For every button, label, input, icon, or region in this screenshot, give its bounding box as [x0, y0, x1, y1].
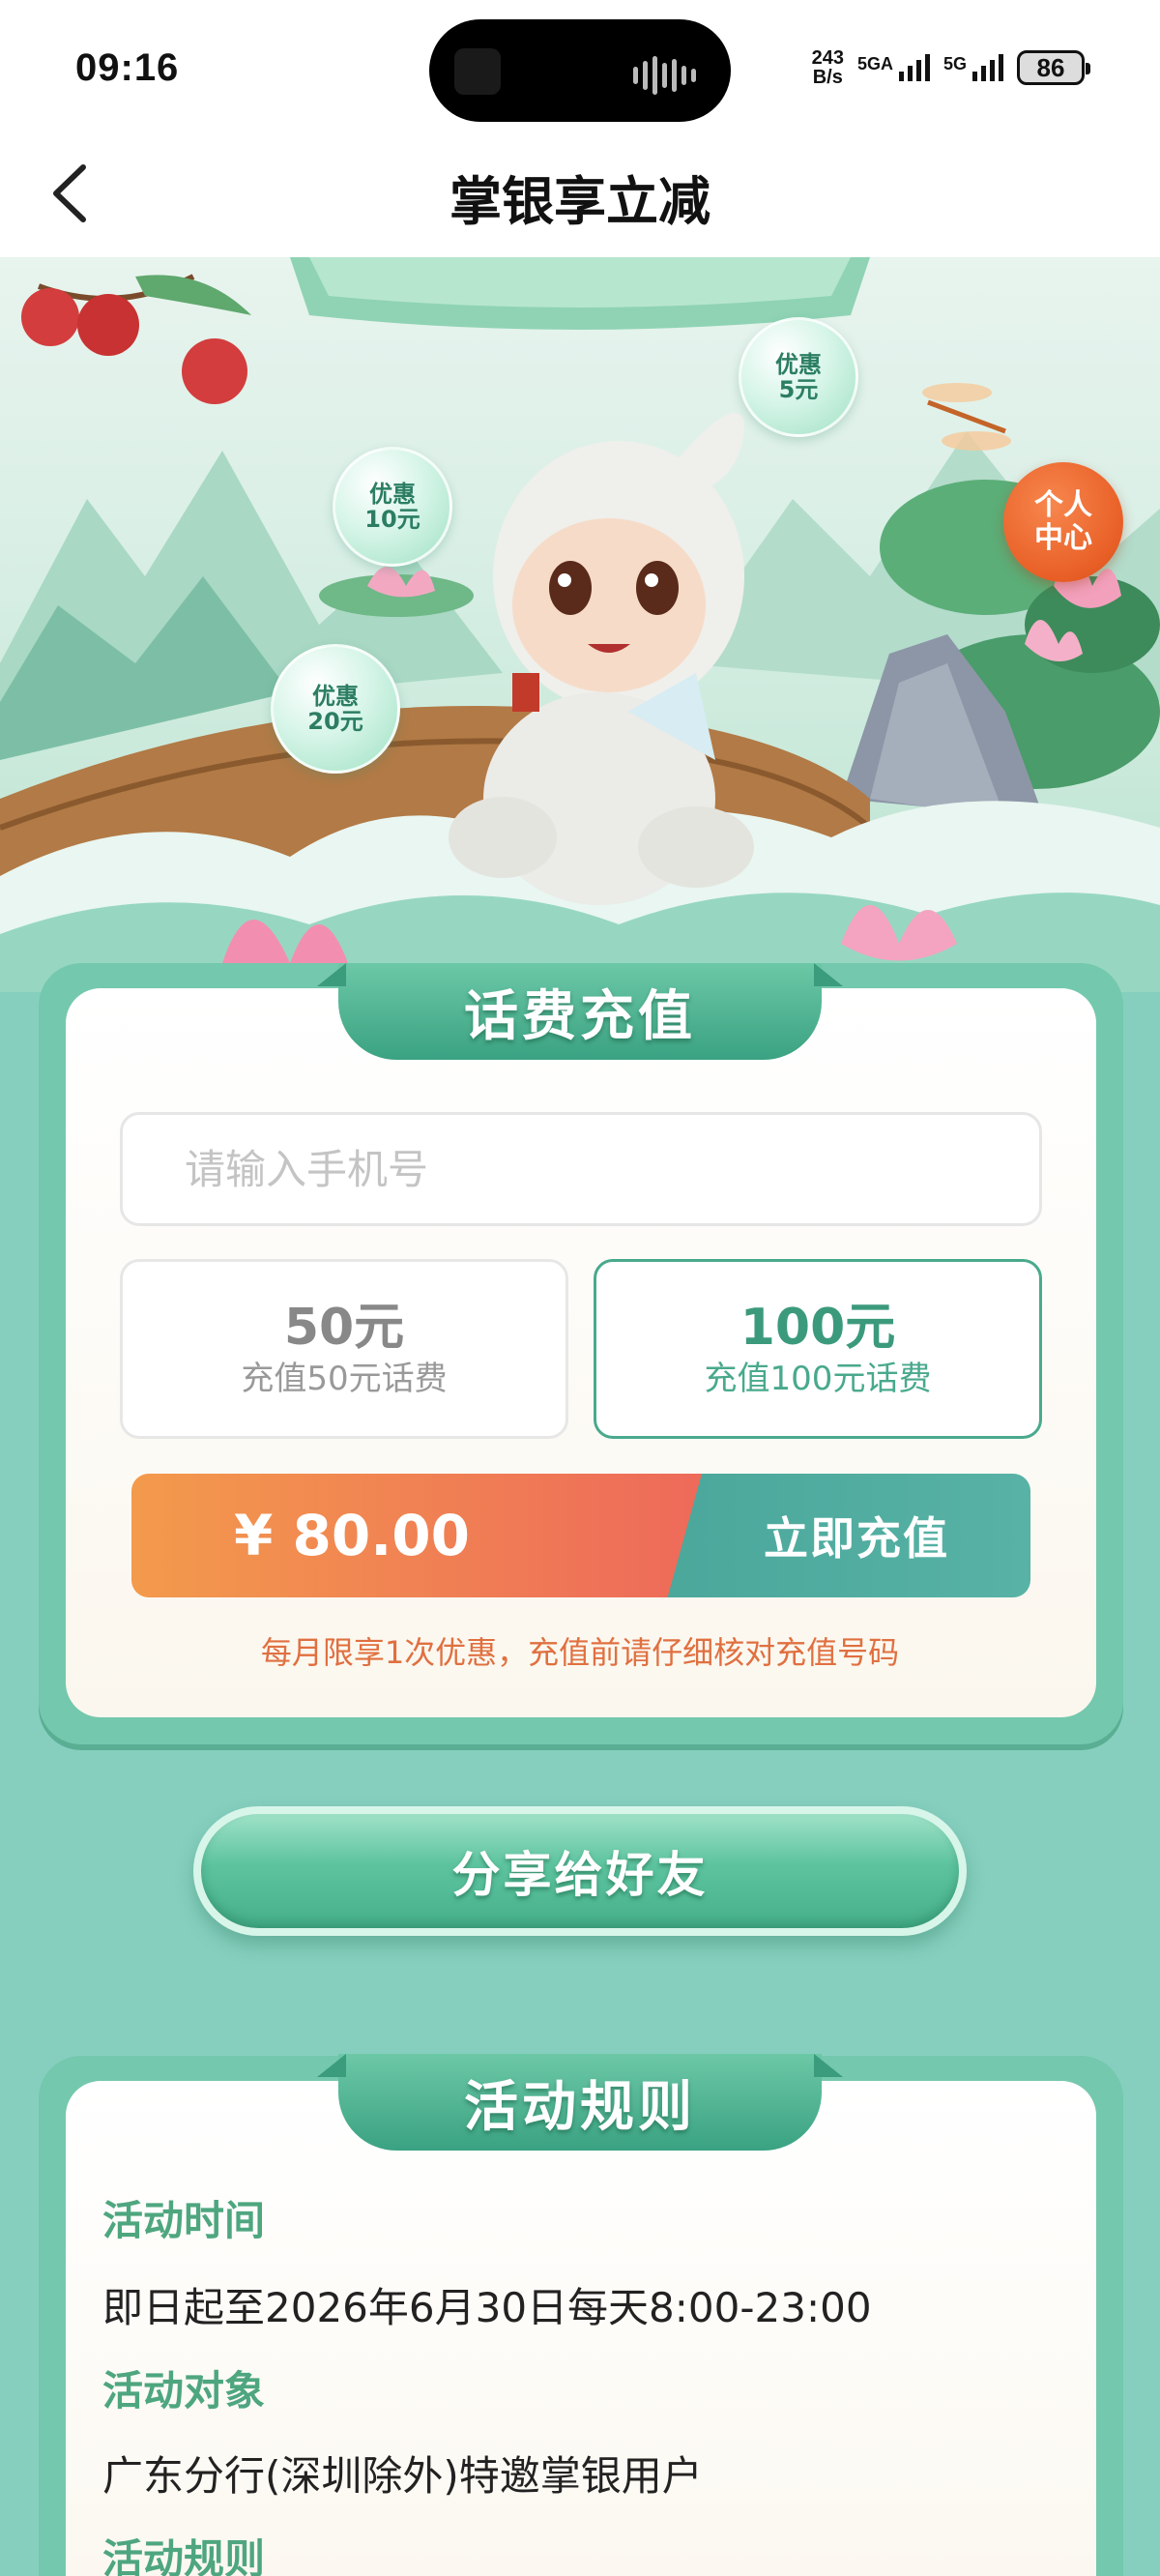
share-button[interactable]: 分享给好友: [193, 1806, 967, 1936]
rule-heading: 活动时间: [102, 2197, 266, 2244]
price-display: ¥ 80.00: [131, 1474, 702, 1597]
coupon-bubble-10[interactable]: 优惠 10元: [333, 447, 452, 567]
rule-heading: 活动对象: [102, 2367, 266, 2415]
audio-wave-icon: [633, 56, 696, 95]
rules-section-title: 活动规则: [338, 2054, 822, 2151]
option-amount: 50元: [283, 1298, 405, 1357]
option-50[interactable]: 50元 充值50元话费: [120, 1259, 568, 1439]
nav-bar: 掌银享立减: [0, 135, 1160, 257]
rule-heading: 活动规则: [102, 2535, 266, 2576]
status-bar: 09:16 243 B/s 5GA 5G 86: [0, 0, 1160, 135]
recharge-now-button[interactable]: 立即充值: [653, 1474, 1030, 1597]
personal-center-button[interactable]: 个人 中心: [1003, 462, 1123, 582]
option-100[interactable]: 100元 充值100元话费: [594, 1259, 1042, 1439]
rule-text: 即日起至2026年6月30日每天8:00-23:00: [102, 2284, 872, 2331]
dynamic-island: [429, 19, 731, 122]
pay-bar: 立即充值 ¥ 80.00: [131, 1474, 1030, 1597]
battery-icon: 86: [1017, 50, 1090, 85]
recharge-notice: 每月限享1次优惠，充值前请仔细核对充值号码: [260, 1634, 900, 1671]
option-desc: 充值100元话费: [704, 1360, 932, 1399]
rule-text: 广东分行(深圳除外)特邀掌银用户: [102, 2452, 703, 2500]
page-title: 掌银享立减: [450, 171, 710, 232]
mascot-character: [449, 413, 754, 905]
hero-illustration: [0, 257, 1160, 992]
camera-icon: [454, 48, 501, 95]
status-indicators: 243 B/s 5GA 5G 86: [811, 47, 1090, 88]
option-desc: 充值50元话费: [241, 1360, 448, 1399]
signal-icon-2: 5G: [943, 54, 1003, 81]
phone-number-input[interactable]: [120, 1112, 1042, 1226]
hero-banner: 优惠 5元 优惠 10元 优惠 20元 个人 中心: [0, 257, 1160, 992]
recharge-section-title: 话费充值: [338, 963, 822, 1060]
coupon-bubble-5[interactable]: 优惠 5元: [739, 317, 858, 437]
coupon-bubble-20[interactable]: 优惠 20元: [271, 644, 400, 774]
option-amount: 100元: [740, 1298, 896, 1357]
signal-icon: 5GA: [857, 54, 930, 81]
status-time: 09:16: [75, 46, 180, 89]
net-speed: 243 B/s: [811, 47, 844, 88]
